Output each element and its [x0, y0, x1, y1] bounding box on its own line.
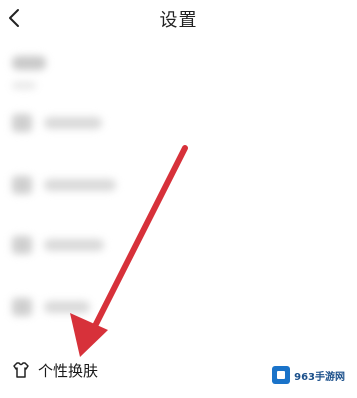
page-title: 设置 [159, 10, 198, 31]
watermark-text: 963手游网 [294, 371, 345, 383]
blurred-account-sublabel [12, 82, 36, 89]
personalized-skin-label: 个性换肤 [38, 361, 99, 380]
blurred-account-label [12, 56, 46, 70]
blurred-setting-row[interactable] [12, 236, 104, 254]
t-shirt-icon [13, 362, 29, 378]
blurred-setting-row[interactable] [12, 114, 102, 132]
site-watermark: 963手游网 [268, 363, 349, 387]
personalized-skin-item[interactable]: 个性换肤 [12, 356, 98, 384]
site-logo-icon [272, 366, 291, 384]
blurred-setting-row[interactable] [12, 298, 90, 316]
blurred-setting-row[interactable] [12, 176, 116, 194]
top-bar: 设置 [0, 0, 357, 38]
blurred-settings-list [0, 42, 357, 342]
